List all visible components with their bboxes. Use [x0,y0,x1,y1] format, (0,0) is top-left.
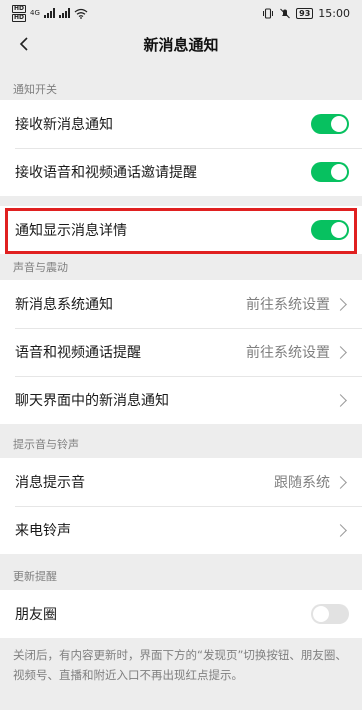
row-moments: 朋友圈 [0,590,362,638]
row-label: 通知显示消息详情 [15,223,127,239]
toggle-knob [331,116,347,132]
back-button[interactable] [12,32,36,56]
row-chat-new-message-notify[interactable]: 聊天界面中的新消息通知 [0,376,362,424]
vibrate-icon [263,7,274,19]
group-ringtone: 消息提示音 跟随系统 来电铃声 [0,458,362,554]
group-notify-switch: 接收新消息通知 接收语音和视频通话邀请提醒 [0,100,362,196]
row-call-ringtone[interactable]: 来电铃声 [0,506,362,554]
row-label: 聊天界面中的新消息通知 [15,393,169,409]
toggle-knob [331,164,347,180]
section-header-sound: 声音与震动 [13,261,68,274]
row-label: 接收新消息通知 [15,117,113,133]
mute-bell-icon [280,8,291,18]
group-updates: 朋友圈 [0,590,362,638]
toggle-moments[interactable] [311,604,349,624]
chevron-right-icon [334,523,347,537]
clock: 15:00 [318,6,350,20]
group-details: 通知显示消息详情 [0,206,362,254]
row-new-message-system-notify[interactable]: 新消息系统通知 前往系统设置 [0,280,362,328]
section-header-updates: 更新提醒 [13,570,57,583]
row-value: 前往系统设置 [246,345,330,361]
status-bar: HD HD 4G 93 15:00 [0,0,362,26]
row-show-message-details: 通知显示消息详情 [0,206,362,254]
section-header-notify-switch: 通知开关 [13,83,57,96]
battery-icon: 93 [296,7,314,19]
row-call-reminder[interactable]: 语音和视频通话提醒 前往系统设置 [0,328,362,376]
row-value: 跟随系统 [274,475,330,491]
row-receive-new-message: 接收新消息通知 [0,100,362,148]
toggle-knob [331,222,347,238]
row-value: 前往系统设置 [246,297,330,313]
wifi-icon [74,8,88,19]
row-label: 朋友圈 [15,607,57,623]
row-label: 来电铃声 [15,523,71,539]
signal-icon [43,8,55,18]
row-label: 新消息系统通知 [15,297,113,313]
toggle-knob [313,606,329,622]
row-call-invite-reminder: 接收语音和视频通话邀请提醒 [0,148,362,196]
status-left: HD HD 4G [12,4,88,22]
row-message-tone[interactable]: 消息提示音 跟随系统 [0,458,362,506]
chevron-right-icon [334,393,347,407]
row-label: 接收语音和视频通话邀请提醒 [15,165,197,181]
network-label: 4G [30,9,40,17]
chevron-right-icon [334,297,347,311]
chevron-left-icon [19,37,28,51]
toggle-receive-new-message[interactable] [311,114,349,134]
row-label: 消息提示音 [15,475,85,491]
status-right: 93 15:00 [262,7,350,20]
sim-icon: HD HD [12,4,27,22]
section-header-ringtone: 提示音与铃声 [13,438,79,451]
page-title: 新消息通知 [143,35,219,54]
signal-icon [58,8,70,18]
row-label: 语音和视频通话提醒 [15,345,141,361]
toggle-call-invite-reminder[interactable] [311,162,349,182]
toggle-show-message-details[interactable] [311,220,349,240]
chevron-right-icon [334,475,347,489]
chevron-right-icon [334,345,347,359]
updates-footnote: 关闭后，有内容更新时，界面下方的“发现页”切换按钮、朋友圈、视频号、直播和附近入… [13,648,347,682]
group-sound: 新消息系统通知 前往系统设置 语音和视频通话提醒 前往系统设置 聊天界面中的新消… [0,280,362,424]
nav-bar: 新消息通知 [0,26,362,62]
